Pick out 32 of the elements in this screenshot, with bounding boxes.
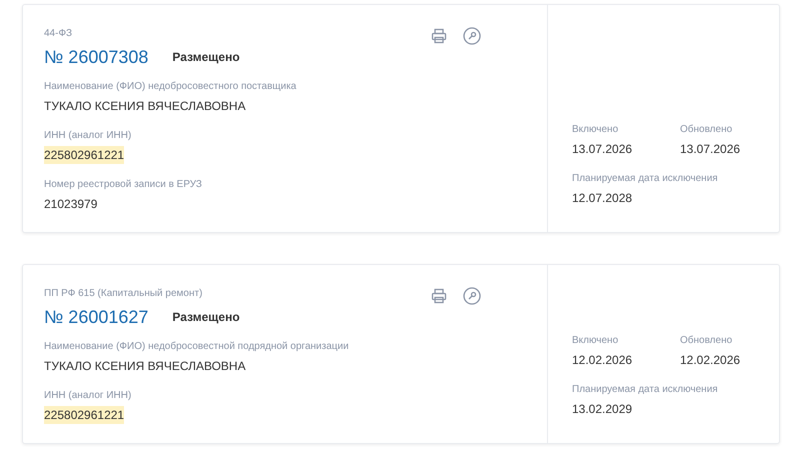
date-label: Обновлено <box>680 334 734 348</box>
field-label: Наименование (ФИО) недобросовестной подрядной организации <box>44 340 350 354</box>
highlighted-value: 225802961221 <box>44 146 124 164</box>
status-text: Размещено <box>172 309 240 326</box>
print-icon[interactable] <box>431 288 447 304</box>
date-value: 13.02.2029 <box>572 401 632 418</box>
print-icon[interactable] <box>431 28 447 44</box>
field-label: Наименование (ФИО) недобросовестного поставщика <box>44 80 298 94</box>
date-value: 12.02.2026 <box>680 352 740 369</box>
date-value: 12.02.2026 <box>572 352 632 369</box>
field-label: ИНН (аналог ИНН) <box>44 389 132 403</box>
field-label: Номер реестровой записи в ЕРУЗ <box>44 178 203 192</box>
date-label: Включено <box>572 123 620 137</box>
date-value: 13.07.2026 <box>572 141 632 158</box>
law-label: ПП РФ 615 (Капитальный ремонт) <box>44 287 202 301</box>
date-label: Планируемая дата исключения <box>572 172 719 186</box>
field-value: ТУКАЛО КСЕНИЯ ВЯЧЕСЛАВОВНА <box>44 358 246 375</box>
status-text: Размещено <box>172 49 240 66</box>
field-value: ТУКАЛО КСЕНИЯ ВЯЧЕСЛАВОВНА <box>44 98 246 115</box>
field-value: 21023979 <box>44 196 98 213</box>
field-label: ИНН (аналог ИНН) <box>44 129 132 143</box>
record-number-link[interactable]: № 26007308 <box>44 45 148 69</box>
highlighted-value: 225802961221 <box>44 406 124 424</box>
date-value: 12.07.2028 <box>572 190 632 207</box>
date-label: Включено <box>572 334 620 348</box>
date-value: 13.07.2026 <box>680 141 740 158</box>
record-number-link[interactable]: № 26001627 <box>44 305 148 329</box>
key-icon[interactable] <box>463 27 481 45</box>
law-label: 44-ФЗ <box>44 27 72 41</box>
date-label: Обновлено <box>680 123 734 137</box>
key-icon[interactable] <box>463 287 481 305</box>
date-label: Планируемая дата исключения <box>572 383 719 397</box>
